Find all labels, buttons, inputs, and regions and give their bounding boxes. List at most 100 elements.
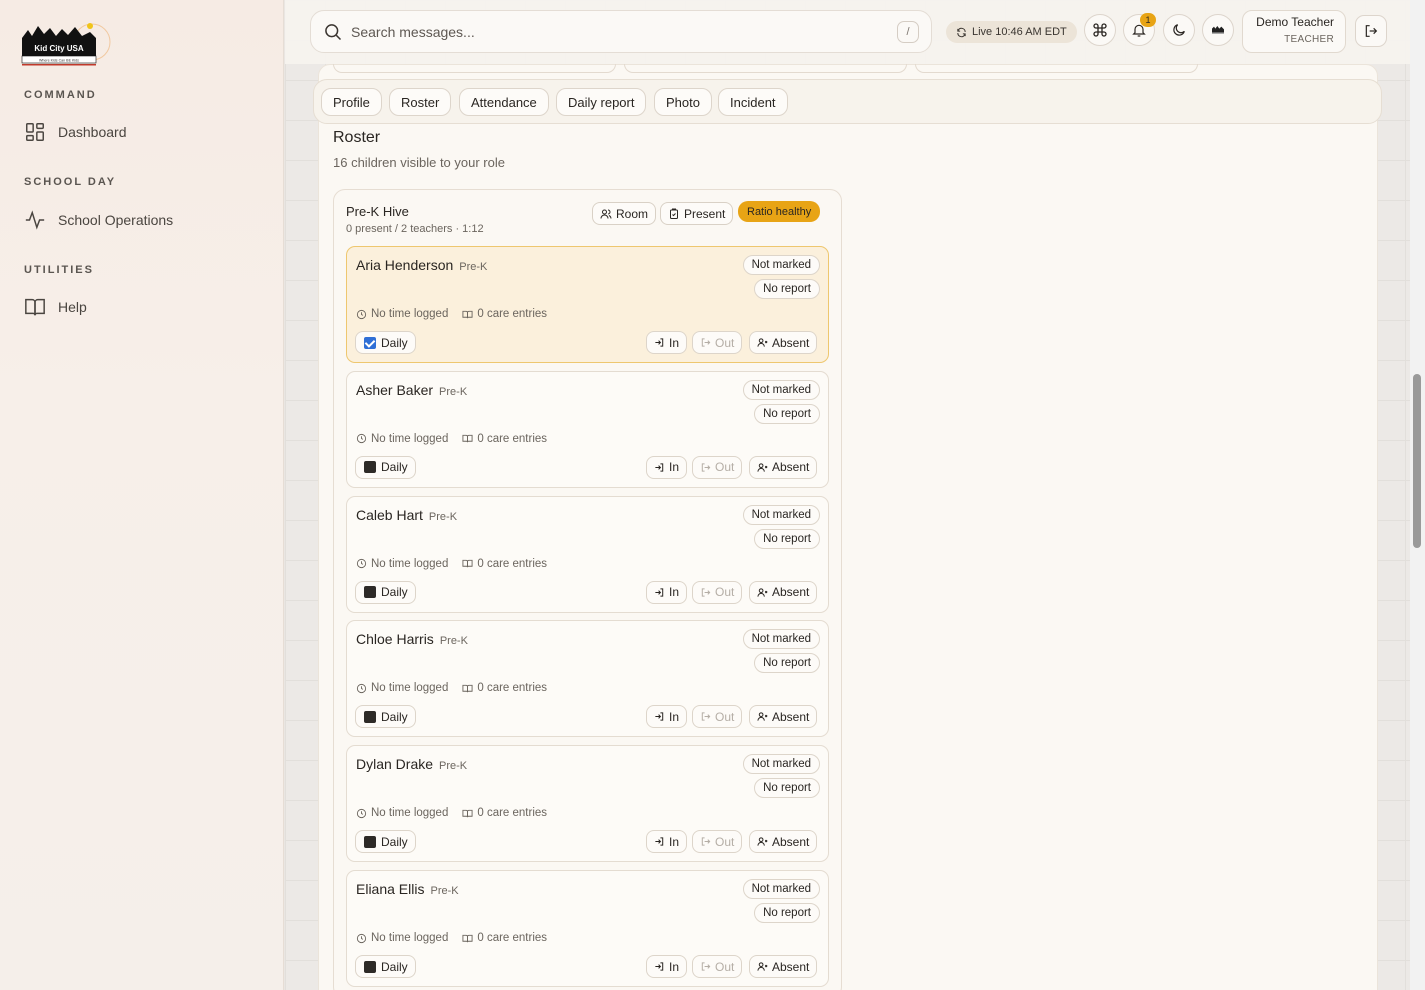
- child-name-row: Aria Henderson Pre-K: [356, 257, 487, 273]
- child-name-row: Dylan Drake Pre-K: [356, 756, 467, 772]
- check-out-button[interactable]: Out: [692, 331, 743, 354]
- checkbox-icon[interactable]: [364, 586, 376, 599]
- checkbox-icon[interactable]: [364, 835, 376, 848]
- child-grade: Pre-K: [439, 760, 468, 773]
- child-meta: No time logged 0 care entries: [356, 807, 547, 819]
- summary-card-edge: [333, 64, 616, 73]
- sidebar-item-dashboard[interactable]: Dashboard: [24, 121, 127, 143]
- child-card[interactable]: Chloe Harris Pre-K Not marked No report No t…: [346, 620, 829, 738]
- notification-count-badge: 1: [1140, 13, 1156, 27]
- checkbox-icon[interactable]: [364, 336, 376, 349]
- tab-attendance[interactable]: Attendance: [459, 88, 549, 116]
- check-out-button[interactable]: Out: [692, 705, 743, 729]
- check-in-button[interactable]: In: [646, 580, 688, 604]
- report-status-pill: No report: [754, 403, 820, 424]
- care-entries: 0 care entries: [477, 682, 548, 695]
- room-name: Pre-K Hive: [346, 204, 409, 219]
- live-status-text: Live 10:46 AM EDT: [972, 26, 1067, 38]
- present-filter-chip[interactable]: Present: [660, 202, 734, 225]
- sign-out-icon: [701, 837, 711, 846]
- time-logged: No time logged: [371, 682, 449, 695]
- mark-absent-button[interactable]: Absent: [749, 580, 818, 604]
- child-meta: No time logged 0 care entries: [356, 558, 547, 570]
- checkbox-icon[interactable]: [364, 710, 376, 723]
- brand-logo[interactable]: Kid City USA Where Kids Can BE Kids: [20, 20, 112, 70]
- care-entries: 0 care entries: [477, 557, 548, 570]
- child-card[interactable]: Eliana Ellis Pre-K Not marked No report No t…: [346, 870, 829, 987]
- tab-photo[interactable]: Photo: [654, 88, 712, 116]
- check-out-button[interactable]: Out: [692, 580, 743, 604]
- daily-checkbox[interactable]: Daily: [355, 580, 416, 604]
- school-logo-icon: [1212, 26, 1224, 34]
- book-open-icon: [462, 809, 473, 817]
- checkbox-icon[interactable]: [364, 960, 376, 973]
- school-avatar[interactable]: [1202, 14, 1234, 46]
- search-box[interactable]: Search messages... /: [310, 10, 932, 53]
- child-card[interactable]: Caleb Hart Pre-K Not marked No report No tim…: [346, 495, 829, 613]
- check-in-button[interactable]: In: [646, 455, 688, 479]
- logout-icon: [1365, 25, 1378, 37]
- room-filter-chip[interactable]: Room: [592, 202, 657, 225]
- sidebar-item-help[interactable]: Help: [24, 296, 87, 318]
- sign-in-icon: [655, 587, 664, 597]
- check-in-button[interactable]: In: [646, 830, 688, 854]
- user-name: Demo Teacher: [1256, 15, 1334, 29]
- mark-absent-button[interactable]: Absent: [749, 955, 818, 978]
- check-out-button[interactable]: Out: [692, 955, 743, 978]
- command-palette-button[interactable]: [1084, 14, 1116, 46]
- search-input[interactable]: Search messages...: [351, 24, 475, 40]
- sidebar-item-label: Dashboard: [58, 124, 127, 140]
- summary-card-edge: [624, 64, 907, 73]
- scrollbar-thumb[interactable]: [1413, 374, 1421, 548]
- daily-checkbox[interactable]: Daily: [355, 705, 416, 729]
- mark-absent-button[interactable]: Absent: [749, 705, 818, 729]
- user-x-icon: [757, 587, 768, 597]
- daily-checkbox[interactable]: Daily: [355, 955, 416, 978]
- nav-section-school-day: SCHOOL DAY: [24, 176, 117, 188]
- check-in-button[interactable]: In: [646, 955, 688, 978]
- nav-section-utilities: UTILITIES: [24, 264, 94, 276]
- care-entries: 0 care entries: [477, 432, 548, 445]
- check-out-button[interactable]: Out: [692, 455, 743, 479]
- child-card[interactable]: Asher Baker Pre-K Not marked No report No ti…: [346, 370, 829, 488]
- summary-card-edge: [915, 64, 1198, 73]
- child-meta: No time logged 0 care entries: [356, 682, 547, 694]
- daily-checkbox[interactable]: Daily: [355, 331, 416, 354]
- check-out-label: Out: [715, 709, 735, 724]
- check-in-label: In: [669, 709, 680, 724]
- tab-profile[interactable]: Profile: [321, 88, 382, 116]
- mark-absent-label: Absent: [772, 834, 810, 849]
- mark-absent-button[interactable]: Absent: [749, 830, 818, 854]
- ratio-status-badge: Ratio healthy: [738, 201, 821, 222]
- tab-incident[interactable]: Incident: [718, 88, 788, 116]
- mark-absent-button[interactable]: Absent: [749, 455, 818, 479]
- book-open-icon: [462, 559, 473, 568]
- daily-checkbox[interactable]: Daily: [355, 830, 416, 854]
- user-menu[interactable]: Demo Teacher TEACHER: [1242, 10, 1346, 53]
- daily-checkbox[interactable]: Daily: [355, 455, 416, 479]
- live-status[interactable]: Live 10:46 AM EDT: [946, 21, 1077, 43]
- theme-toggle-button[interactable]: [1163, 14, 1195, 46]
- tab-daily-report[interactable]: Daily report: [556, 88, 647, 116]
- child-card[interactable]: Aria Henderson Pre-K Not marked No report No…: [346, 246, 829, 363]
- tab-roster[interactable]: Roster: [389, 88, 452, 116]
- mark-absent-button[interactable]: Absent: [749, 331, 818, 354]
- check-in-button[interactable]: In: [646, 331, 688, 354]
- daily-label: Daily: [381, 959, 408, 974]
- nav-section-command: COMMAND: [24, 89, 97, 101]
- attendance-status-pill: Not marked: [742, 754, 820, 775]
- room-meta: 0 present / 2 teachers · 1:12: [346, 223, 484, 235]
- checkbox-icon[interactable]: [364, 461, 376, 474]
- report-status-pill: No report: [754, 528, 820, 549]
- child-name-row: Asher Baker Pre-K: [356, 382, 467, 398]
- command-icon: [1093, 23, 1107, 37]
- child-card[interactable]: Dylan Drake Pre-K Not marked No report No ti…: [346, 745, 829, 863]
- child-name-row: Chloe Harris Pre-K: [356, 631, 468, 647]
- logout-button[interactable]: [1355, 15, 1387, 47]
- dashboard-grid-icon: [26, 123, 44, 141]
- sidebar-item-school-operations[interactable]: School Operations: [24, 209, 173, 231]
- check-out-button[interactable]: Out: [692, 830, 743, 854]
- check-in-button[interactable]: In: [646, 705, 688, 729]
- user-role: TEACHER: [1284, 34, 1334, 45]
- mark-absent-label: Absent: [772, 335, 810, 350]
